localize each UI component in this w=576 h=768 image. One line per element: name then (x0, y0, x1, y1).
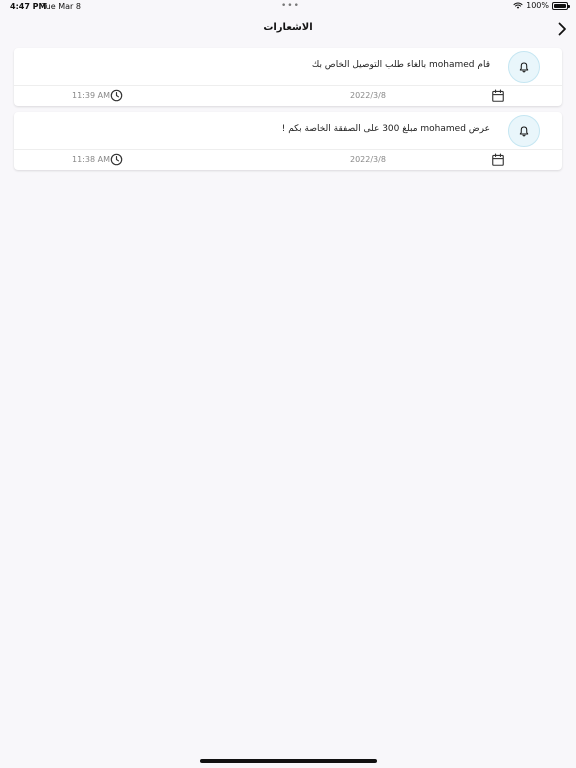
notification-message: قام mohamed بالغاء طلب التوصيل الخاص بك (311, 60, 490, 70)
back-button[interactable] (554, 21, 570, 37)
notification-avatar (508, 51, 540, 83)
notification-date: 2022/3/8 (350, 155, 386, 164)
bell-icon (519, 62, 529, 72)
chevron-right-icon (558, 22, 566, 36)
notification-footer: 2022/3/8 11:39 AM (14, 86, 562, 106)
notification-time: 11:38 AM (72, 155, 110, 164)
notification-avatar (508, 115, 540, 147)
status-date: Tue Mar 8 (42, 2, 81, 11)
wifi-icon (513, 2, 523, 9)
notification-header: عرض mohamed مبلغ 300 على الصفقة الخاصة ب… (14, 112, 562, 150)
clock-icon (110, 153, 123, 166)
status-right: 100% (513, 1, 570, 10)
notification-card[interactable]: عرض mohamed مبلغ 300 على الصفقة الخاصة ب… (14, 112, 562, 170)
page-title: الاشعارات (263, 22, 313, 33)
battery-icon (552, 1, 570, 10)
notification-header: قام mohamed بالغاء طلب التوصيل الخاص بك (14, 48, 562, 86)
calendar-icon (492, 89, 504, 102)
home-indicator[interactable] (200, 759, 377, 763)
multitasking-dots[interactable]: ••• (281, 1, 300, 11)
notification-card[interactable]: قام mohamed بالغاء طلب التوصيل الخاص بك … (14, 48, 562, 106)
calendar-icon (492, 153, 504, 166)
notification-date: 2022/3/8 (350, 91, 386, 100)
battery-percent: 100% (526, 1, 549, 10)
notification-footer: 2022/3/8 11:38 AM (14, 150, 562, 170)
clock-icon (110, 89, 123, 102)
navigation-bar: الاشعارات (0, 16, 576, 42)
bell-icon (519, 126, 529, 136)
notification-time: 11:39 AM (72, 91, 110, 100)
notification-message: عرض mohamed مبلغ 300 على الصفقة الخاصة ب… (281, 124, 490, 134)
status-bar: 4:47 PM Tue Mar 8 ••• 100% (0, 0, 576, 14)
